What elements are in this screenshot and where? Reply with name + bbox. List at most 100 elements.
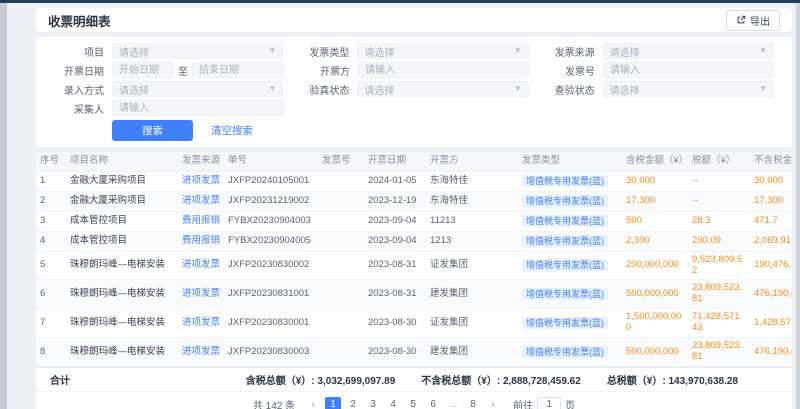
invoice-source-link[interactable]: 费用报销 <box>182 215 220 226</box>
cell-doc_no: FYBX20230904003 <box>224 211 318 231</box>
filter-row-3: 录入方式 请选择 ▼ 验真状态 请选择 ▼ 查验状态 请选择 ▼ <box>46 81 782 97</box>
cell-invoice_no <box>318 231 364 251</box>
invoice-source-link[interactable]: 进项发票 <box>182 195 220 206</box>
table-row: 1金融大厦采购项目进项发票JXFP202401050012024-01-05东海… <box>36 171 792 191</box>
cell-net: 1,428,571,428.57 <box>750 309 792 338</box>
invoice-type-select[interactable]: 请选择 ▼ <box>357 43 528 59</box>
export-button[interactable]: 导出 <box>726 10 780 31</box>
table-row: 2金融大厦采购项目进项发票JXFP202312190022023-12-19东海… <box>36 191 792 211</box>
date-start-input[interactable] <box>112 62 174 78</box>
summary-total: 总税额（¥）: 143,970,638.28 <box>607 372 738 387</box>
collector-input[interactable] <box>112 100 284 116</box>
invoice-no-label: 发票号 <box>537 63 595 78</box>
cell-project: 珠穆朗玛峰—电梯安装 <box>66 338 178 367</box>
invoice-source-link[interactable]: 进项发票 <box>182 175 220 186</box>
cell-date: 2023-09-04 <box>364 231 426 251</box>
project-label: 项目 <box>46 44 104 59</box>
cell-source: 进项发票 <box>178 280 224 309</box>
cell-amount: 500 <box>622 211 688 231</box>
page-button[interactable]: 2 <box>345 397 361 409</box>
filter-invoice-type: 发票类型 请选择 ▼ <box>291 43 528 59</box>
filter-entry-mode: 录入方式 请选择 ▼ <box>46 81 283 97</box>
verify-status-select[interactable]: 请选择 ▼ <box>357 81 528 97</box>
filter-row-1: 项目 请选择 ▼ 发票类型 请选择 ▼ 发票来源 请选择 ▼ <box>46 43 782 59</box>
cell-source: 进项发票 <box>178 171 224 191</box>
cell-issuer: 1213 <box>426 231 518 251</box>
page-button[interactable]: 5 <box>405 397 421 409</box>
invoice-source-link[interactable]: 费用报销 <box>182 235 220 246</box>
cell-net: 30,000 <box>750 171 792 191</box>
cell-issuer: 11213 <box>426 211 518 231</box>
invoice-source-link[interactable]: 进项发票 <box>182 317 220 328</box>
filter-check-status: 查验状态 请选择 ▼ <box>537 81 774 97</box>
prev-page-button[interactable]: ‹ <box>307 399 319 409</box>
page-button[interactable]: 4 <box>385 397 401 409</box>
cell-type: 增值税专用发票(蓝) <box>518 231 622 251</box>
cell-type: 增值税专用发票(蓝) <box>518 251 622 280</box>
invoice-table: 序号项目名称发票来源单号发票号开票日期开票方发票类型含税金额（¥）税额（¥）不含… <box>36 152 792 367</box>
filter-row-4: 采集人 <box>46 100 782 116</box>
column-header-date: 开票日期 <box>364 152 426 171</box>
invoice-no-input[interactable] <box>603 62 774 78</box>
window-top-edge <box>0 0 800 3</box>
table-row: 4成本管控项目费用报销FYBX202309040052023-09-041213… <box>36 231 792 251</box>
cell-source: 费用报销 <box>178 231 224 251</box>
cell-invoice_no <box>318 309 364 338</box>
issuer-input[interactable] <box>358 62 529 78</box>
column-header-seq: 序号 <box>36 152 66 171</box>
invoice-source-link[interactable]: 进项发票 <box>182 288 220 299</box>
cell-net: 476,190,476.19 <box>750 338 792 367</box>
invoice-source-select[interactable]: 请选择 ▼ <box>603 43 774 59</box>
entry-mode-select[interactable]: 请选择 ▼ <box>112 81 283 97</box>
cell-doc_no: JXFP20230830003 <box>224 338 318 367</box>
goto-suffix: 页 <box>565 397 575 409</box>
filter-actions: 搜索 清空搜索 <box>112 120 782 141</box>
cell-seq: 4 <box>36 231 66 251</box>
chevron-down-icon: ▼ <box>268 85 276 93</box>
project-select-placeholder: 请选择 <box>119 44 149 59</box>
invoice-type-badge: 增值税专用发票(蓝) <box>522 346 608 358</box>
project-select[interactable]: 请选择 ▼ <box>112 43 283 59</box>
column-header-tax: 税额（¥） <box>688 152 750 171</box>
filter-row-2: 开票日期 至 开票方 发票号 <box>46 62 782 78</box>
chevron-down-icon: ▼ <box>514 85 522 93</box>
column-header-issuer: 开票方 <box>426 152 518 171</box>
next-page-button[interactable]: › <box>487 399 499 409</box>
cell-invoice_no <box>318 171 364 191</box>
cell-tax: 23,809,523.81 <box>688 280 750 309</box>
cell-amount: 30,000 <box>622 171 688 191</box>
cell-date: 2024-01-05 <box>364 171 426 191</box>
cell-seq: 8 <box>36 338 66 367</box>
cell-tax: 28.3 <box>688 211 750 231</box>
invoice-source-label: 发票来源 <box>537 44 595 59</box>
date-end-input[interactable] <box>192 62 284 78</box>
cell-net: 476,190,476.19 <box>750 280 792 309</box>
cell-net: 2,069.91 <box>750 231 792 251</box>
title-bar: 收票明细表 导出 <box>36 8 792 32</box>
search-button[interactable]: 搜索 <box>112 120 193 141</box>
page-button[interactable]: 6 <box>425 397 441 409</box>
filter-panel: 项目 请选择 ▼ 发票类型 请选择 ▼ 发票来源 请选择 ▼ <box>36 37 792 147</box>
page-button[interactable]: 8 <box>465 397 481 409</box>
check-status-select[interactable]: 请选择 ▼ <box>603 81 774 97</box>
cell-seq: 7 <box>36 309 66 338</box>
invoice-date-range: 至 <box>112 62 284 78</box>
cell-doc_no: JXFP20240105001 <box>224 171 318 191</box>
invoice-source-link[interactable]: 进项发票 <box>182 259 220 270</box>
pagination-pages: 123456...8 <box>325 397 481 409</box>
cell-doc_no: FYBX20230904005 <box>224 231 318 251</box>
verify-status-select-placeholder: 请选择 <box>364 82 394 97</box>
summary-row: 合计 含税总额（¥）: 3,032,699,097.89不含税总额（¥）: 2,… <box>36 367 792 391</box>
cell-invoice_no <box>318 280 364 309</box>
goto-page-input[interactable] <box>537 397 561 409</box>
cell-date: 2023-08-30 <box>364 338 426 367</box>
page-button[interactable]: 3 <box>365 397 381 409</box>
table-scroll-area[interactable]: 序号项目名称发票来源单号发票号开票日期开票方发票类型含税金额（¥）税额（¥）不含… <box>36 152 792 367</box>
page: 收票明细表 导出 项目 请选择 ▼ 发票类型 请选择 <box>7 3 796 409</box>
page-button[interactable]: 1 <box>325 397 341 409</box>
clear-search-button[interactable]: 清空搜索 <box>203 120 261 141</box>
invoice-source-link[interactable]: 进项发票 <box>182 346 220 357</box>
invoice-type-select-placeholder: 请选择 <box>364 44 394 59</box>
cell-issuer: 证发集团 <box>426 251 518 280</box>
cell-source: 进项发票 <box>178 251 224 280</box>
